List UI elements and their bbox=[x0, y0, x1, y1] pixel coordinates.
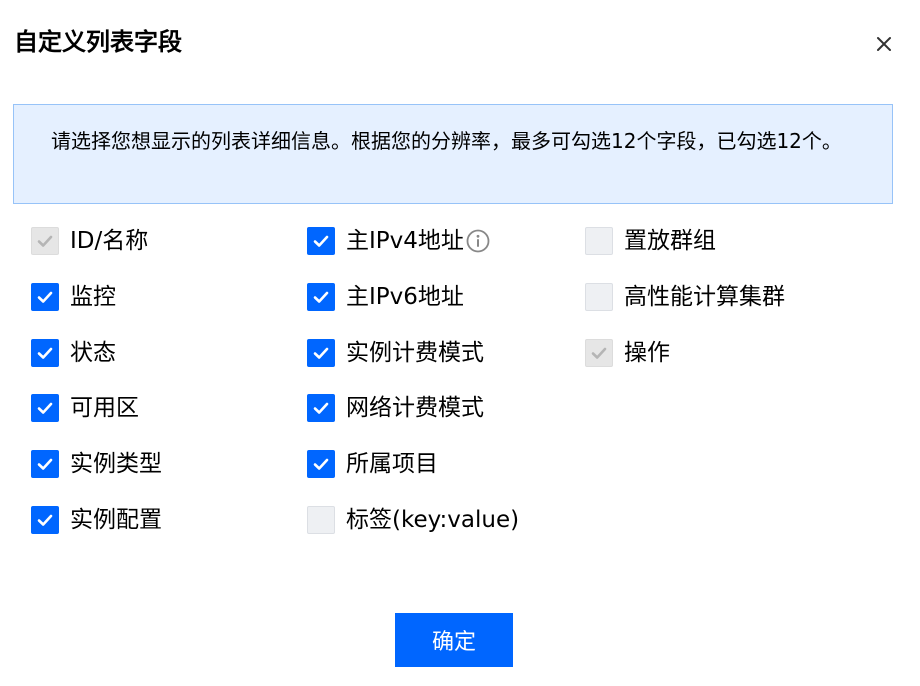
field-option[interactable]: 主IPv4地址 bbox=[307, 225, 490, 257]
field-label: 操作 bbox=[624, 340, 670, 366]
field-checkbox[interactable] bbox=[31, 506, 59, 534]
field-checkbox[interactable] bbox=[585, 283, 613, 311]
field-label: 标签(key:value) bbox=[346, 507, 520, 533]
field-label: ID/名称 bbox=[70, 228, 149, 254]
field-option[interactable]: 监控 bbox=[31, 281, 116, 313]
field-label: 状态 bbox=[70, 340, 116, 366]
field-label: 置放群组 bbox=[624, 228, 716, 254]
field-label: 高性能计算集群 bbox=[624, 284, 785, 310]
field-label: 实例计费模式 bbox=[346, 340, 484, 366]
field-checkbox[interactable] bbox=[31, 283, 59, 311]
field-label: 网络计费模式 bbox=[346, 395, 484, 421]
field-checkbox bbox=[585, 339, 613, 367]
field-label: 所属项目 bbox=[346, 451, 438, 477]
field-checkbox[interactable] bbox=[307, 227, 335, 255]
field-option[interactable]: 高性能计算集群 bbox=[585, 281, 785, 313]
dialog-title: 自定义列表字段 bbox=[14, 28, 182, 56]
field-option[interactable]: 实例计费模式 bbox=[307, 337, 484, 369]
field-option[interactable]: 网络计费模式 bbox=[307, 392, 484, 424]
field-checkbox[interactable] bbox=[31, 339, 59, 367]
field-checkbox[interactable] bbox=[585, 227, 613, 255]
field-label: 监控 bbox=[70, 284, 116, 310]
field-checkbox[interactable] bbox=[307, 283, 335, 311]
field-option: 操作 bbox=[585, 337, 670, 369]
field-checkbox[interactable] bbox=[307, 394, 335, 422]
field-option[interactable]: 置放群组 bbox=[585, 225, 716, 257]
field-label: 主IPv4地址 bbox=[346, 228, 464, 254]
field-option[interactable]: 标签(key:value) bbox=[307, 504, 519, 536]
field-checkbox[interactable] bbox=[31, 394, 59, 422]
field-checkbox bbox=[31, 227, 59, 255]
field-option[interactable]: 状态 bbox=[31, 337, 116, 369]
field-label: 实例类型 bbox=[70, 451, 162, 477]
field-checkbox[interactable] bbox=[307, 450, 335, 478]
field-label: 主IPv6地址 bbox=[346, 284, 464, 310]
field-label: 实例配置 bbox=[70, 507, 162, 533]
field-label: 可用区 bbox=[70, 395, 139, 421]
field-checkbox[interactable] bbox=[31, 450, 59, 478]
field-option[interactable]: 实例配置 bbox=[31, 504, 162, 536]
field-option: ID/名称 bbox=[31, 225, 148, 257]
field-option[interactable]: 主IPv6地址 bbox=[307, 281, 464, 313]
info-notice: 请选择您想显示的列表详细信息。根据您的分辨率，最多可勾选12个字段，已勾选12个… bbox=[13, 104, 893, 204]
info-icon[interactable] bbox=[466, 229, 490, 253]
field-checkbox[interactable] bbox=[307, 339, 335, 367]
close-icon[interactable] bbox=[872, 32, 896, 56]
field-checkbox[interactable] bbox=[307, 506, 335, 534]
confirm-button[interactable]: 确定 bbox=[395, 613, 513, 667]
field-option[interactable]: 所属项目 bbox=[307, 448, 438, 480]
field-option[interactable]: 可用区 bbox=[31, 392, 139, 424]
field-option[interactable]: 实例类型 bbox=[31, 448, 162, 480]
